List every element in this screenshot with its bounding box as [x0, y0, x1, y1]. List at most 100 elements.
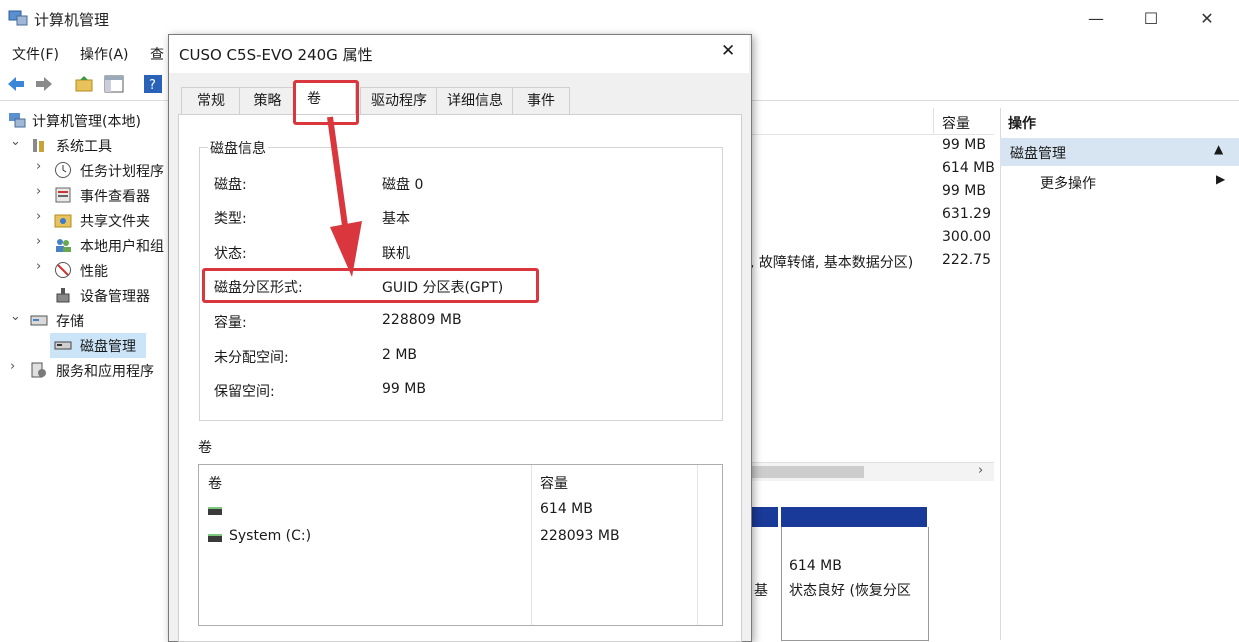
- volume-icon: [208, 534, 222, 542]
- device-manager-icon: [54, 286, 72, 304]
- table-row[interactable]: 614 MB: [199, 498, 720, 524]
- disk-drive-icon: [54, 336, 72, 354]
- tree-label: 存储: [56, 314, 84, 330]
- tree-item-system-tools[interactable]: ⌄ 系统工具: [0, 133, 168, 158]
- chevron-down-icon[interactable]: ⌄: [10, 134, 22, 149]
- tree-item-computer-management[interactable]: 计算机管理(本地): [0, 108, 168, 133]
- clock-icon: [54, 161, 72, 179]
- svg-text:?: ?: [149, 78, 156, 93]
- users-icon: [54, 236, 72, 254]
- help-icon[interactable]: ?: [143, 74, 163, 94]
- collapse-triangle-icon[interactable]: ▲: [1214, 142, 1223, 156]
- maximize-button[interactable]: ☐: [1128, 6, 1174, 32]
- capacity-cell: 99 MB: [942, 137, 986, 153]
- menu-view[interactable]: 查: [150, 44, 164, 64]
- tree-label: 系统工具: [56, 139, 112, 155]
- event-viewer-icon: [54, 186, 72, 204]
- dialog-title: CUSO C5S-EVO 240G 属性: [179, 46, 373, 64]
- actions-more[interactable]: 更多操作 ▶: [1000, 168, 1239, 196]
- tab-events[interactable]: 事件: [512, 87, 570, 114]
- menu-action[interactable]: 操作(A): [80, 44, 129, 64]
- show-hide-tree-icon[interactable]: [104, 74, 124, 94]
- up-folder-icon[interactable]: [74, 74, 94, 94]
- tree-item-disk-management[interactable]: 磁盘管理: [50, 333, 146, 358]
- tab-general[interactable]: 常规: [181, 87, 241, 114]
- actions-header: 操作: [1000, 108, 1239, 136]
- annotation-arrow: [327, 116, 362, 277]
- annotation-highlight-partition-style: [202, 268, 539, 303]
- menu-file[interactable]: 文件(F): [12, 44, 59, 64]
- chevron-right-icon[interactable]: ›: [36, 184, 48, 199]
- field-label-reserved: 保留空间:: [214, 384, 275, 400]
- tree-item-services-apps[interactable]: › 服务和应用程序: [0, 358, 168, 383]
- capacity-cell: 99 MB: [942, 183, 986, 199]
- volume-name: System (C:): [229, 528, 312, 544]
- tree-label: 事件查看器: [80, 189, 150, 205]
- field-value-unallocated: 2 MB: [382, 347, 418, 363]
- storage-icon: [30, 311, 48, 329]
- tree-item-task-scheduler[interactable]: › 任务计划程序: [0, 158, 168, 183]
- volume-capacity: 614 MB: [540, 501, 593, 517]
- field-label-status: 状态:: [214, 246, 247, 262]
- chevron-right-icon[interactable]: ›: [978, 463, 983, 478]
- dialog-title-bar: CUSO C5S-EVO 240G 属性 ✕: [169, 35, 749, 73]
- field-label-unallocated: 未分配空间:: [214, 350, 289, 366]
- tree-label: 设备管理器: [80, 289, 150, 305]
- actions-section-label: 磁盘管理: [1010, 146, 1066, 162]
- chevron-right-icon[interactable]: ›: [36, 209, 48, 224]
- dialog-close-button[interactable]: ✕: [721, 41, 735, 61]
- shared-folder-icon: [54, 211, 72, 229]
- column-header-capacity[interactable]: 容量: [540, 473, 568, 493]
- column-header-capacity[interactable]: 容量: [942, 113, 970, 133]
- submenu-arrow-icon: ▶: [1216, 172, 1226, 186]
- tree-label: 本地用户和组: [80, 239, 164, 255]
- tree-item-device-manager[interactable]: 设备管理器: [0, 283, 168, 308]
- tree-label: 服务和应用程序: [56, 364, 154, 380]
- tree-item-performance[interactable]: › 性能: [0, 258, 168, 283]
- status-cell: , 故障转储, 基本数据分区): [750, 255, 914, 271]
- close-button[interactable]: ✕: [1184, 6, 1230, 32]
- main-title-bar: 计算机管理 — ☐ ✕: [0, 0, 1239, 38]
- column-header-volume[interactable]: 卷: [208, 473, 222, 493]
- tab-details[interactable]: 详细信息: [436, 87, 514, 114]
- tree-label: 计算机管理(本地): [32, 114, 141, 130]
- chevron-right-icon[interactable]: ›: [10, 359, 22, 374]
- field-value-disk: 磁盘 0: [382, 177, 424, 193]
- tab-driver[interactable]: 驱动程序: [360, 87, 438, 114]
- tools-icon: [30, 136, 48, 154]
- tree-item-local-users[interactable]: › 本地用户和组: [0, 233, 168, 258]
- capacity-cell: 614 MB: [942, 160, 995, 176]
- window-title: 计算机管理: [34, 11, 110, 29]
- chevron-right-icon[interactable]: ›: [36, 159, 48, 174]
- field-label-type: 类型:: [214, 211, 247, 227]
- partition-status-fragment: 基: [754, 583, 768, 599]
- services-icon: [30, 361, 48, 379]
- capacity-cell: 631.29: [942, 206, 991, 222]
- tab-policies[interactable]: 策略: [239, 87, 296, 114]
- tree-item-event-viewer[interactable]: › 事件查看器: [0, 183, 168, 208]
- forward-arrow-icon[interactable]: [34, 74, 54, 94]
- computer-management-icon: [8, 9, 28, 27]
- horizontal-scrollbar[interactable]: ›: [750, 462, 994, 481]
- capacity-cell: 300.00: [942, 229, 991, 245]
- back-arrow-icon[interactable]: [6, 74, 26, 94]
- tree-label: 共享文件夹: [80, 214, 150, 230]
- partition-size: 614 MB: [789, 558, 842, 574]
- volumes-title: 卷: [198, 440, 212, 456]
- field-value-reserved: 99 MB: [382, 381, 426, 397]
- more-actions-label: 更多操作: [1040, 176, 1096, 192]
- tree-label: 磁盘管理: [80, 339, 136, 355]
- minimize-button[interactable]: —: [1073, 6, 1119, 32]
- actions-header-label: 操作: [1008, 116, 1036, 132]
- field-value-capacity: 228809 MB: [382, 312, 462, 328]
- tree-item-storage[interactable]: ⌄ 存储: [0, 308, 168, 333]
- table-row[interactable]: System (C:) 228093 MB: [199, 525, 720, 551]
- tree-item-shared-folders[interactable]: › 共享文件夹: [0, 208, 168, 233]
- volume-capacity: 228093 MB: [540, 528, 620, 544]
- chevron-right-icon[interactable]: ›: [36, 234, 48, 249]
- actions-section-disk-management[interactable]: 磁盘管理 ▲: [1000, 138, 1239, 166]
- tree-label: 任务计划程序: [80, 164, 164, 180]
- chevron-down-icon[interactable]: ⌄: [10, 309, 22, 324]
- chevron-right-icon[interactable]: ›: [36, 259, 48, 274]
- field-label-capacity: 容量:: [214, 315, 247, 331]
